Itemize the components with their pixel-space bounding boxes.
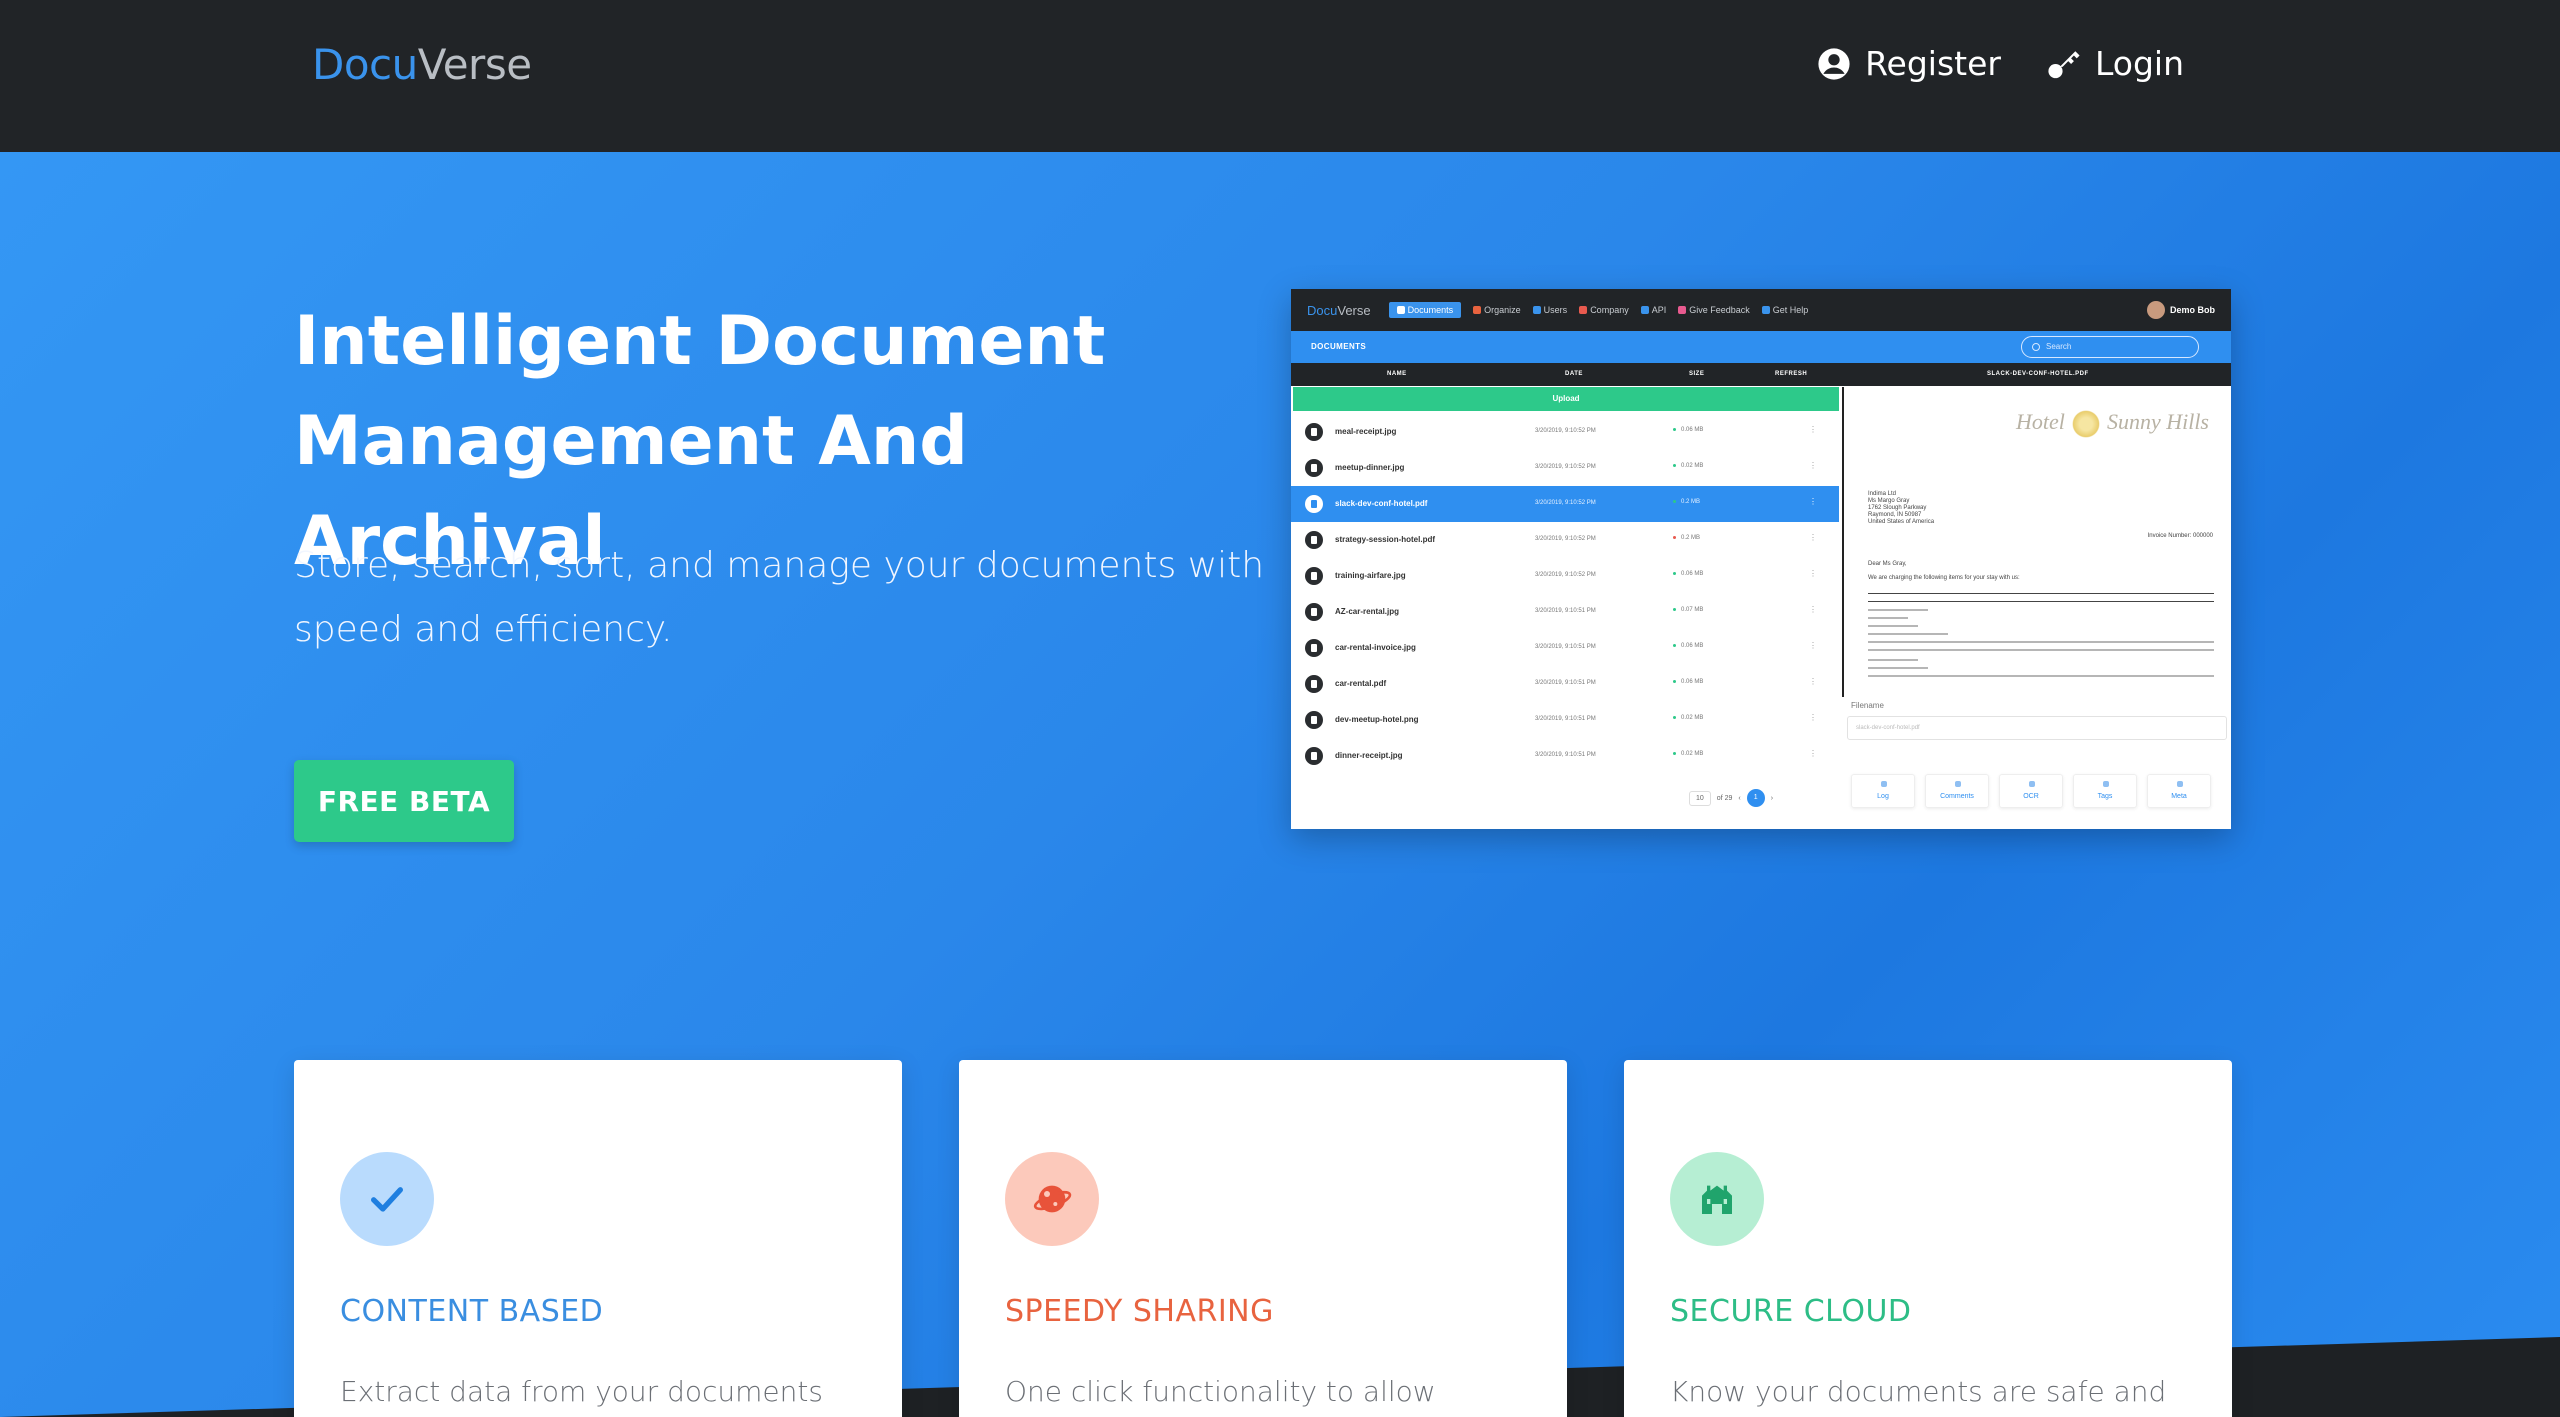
mock-menu-company: Company bbox=[1579, 305, 1629, 315]
mock-user: Demo Bob bbox=[2147, 301, 2215, 319]
mock-hotel-logo: Hotel Sunny Hills bbox=[2016, 409, 2209, 439]
mock-meta-form: Filename slack-dev-conf-hotel.pdf bbox=[1847, 701, 2227, 740]
list-item: dev-meetup-hotel.png 3/20/2019, 9:10:51 P… bbox=[1291, 702, 1839, 738]
register-link[interactable]: Register bbox=[1817, 44, 2001, 83]
feature-text: Extract data from your documents using bbox=[340, 1375, 823, 1408]
mock-table-header: NAME DATE SIZE REFRESH SLACK-DEV-CONF-HO… bbox=[1291, 363, 2231, 386]
register-label: Register bbox=[1865, 44, 2001, 83]
feature-title: SPEEDY SHARING bbox=[1005, 1294, 1274, 1329]
list-item: training-airfare.jpg 3/20/2019, 9:10:52 P… bbox=[1291, 558, 1839, 594]
mock-col-filename: SLACK-DEV-CONF-HOTEL.PDF bbox=[1987, 371, 2089, 377]
mock-tabs: Log Comments OCR Tags Meta bbox=[1851, 774, 2211, 808]
brand-part2: Verse bbox=[417, 40, 532, 89]
brand-logo[interactable]: DocuVerse bbox=[312, 40, 532, 89]
mock-col-size: SIZE bbox=[1689, 371, 1705, 377]
key-icon bbox=[2048, 50, 2080, 78]
brand-part1: Docu bbox=[312, 40, 418, 89]
list-item: dinner-receipt.jpg 3/20/2019, 9:10:51 PM 0… bbox=[1291, 738, 1839, 774]
mock-col-name: NAME bbox=[1387, 371, 1407, 377]
login-label: Login bbox=[2094, 44, 2184, 83]
mock-menu-help: Get Help bbox=[1761, 305, 1808, 315]
list-item: meal-receipt.jpg 3/20/2019, 9:10:52 PM 0.0… bbox=[1291, 414, 1839, 450]
mock-pagination: 10 of 29 ‹ 1 › bbox=[1689, 789, 1773, 807]
mock-col-refresh: REFRESH bbox=[1775, 371, 1808, 377]
feature-text: One click functionality to allow others … bbox=[1005, 1375, 1436, 1408]
mock-menu-api: API bbox=[1640, 305, 1666, 315]
feature-card-content: CONTENT BASED Extract data from your doc… bbox=[294, 1060, 902, 1417]
mock-menu-documents: Documents bbox=[1388, 302, 1462, 318]
user-circle-icon bbox=[1818, 47, 1850, 80]
list-item: meetup-dinner.jpg 3/20/2019, 9:10:52 PM 0.… bbox=[1291, 450, 1839, 486]
mock-menu-users: Users bbox=[1532, 305, 1567, 315]
feature-title: CONTENT BASED bbox=[340, 1294, 604, 1329]
mock-navbar: DocuVerse Documents Organize Users Compa… bbox=[1291, 289, 2231, 331]
hero-subtitle: Store, search, sort, and manage your doc… bbox=[294, 545, 1265, 650]
mock-toolbar: DOCUMENTS Search bbox=[1291, 331, 2231, 363]
app-screenshot: DocuVerse Documents Organize Users Compa… bbox=[1291, 289, 2231, 829]
list-item: slack-dev-conf-hotel.pdf 3/20/2019, 9:10:… bbox=[1291, 486, 1839, 522]
top-navbar: DocuVerse Register Login bbox=[0, 0, 2560, 152]
list-item: car-rental.pdf 3/20/2019, 9:10:51 PM 0.06 … bbox=[1291, 666, 1839, 702]
building-icon bbox=[1670, 1152, 1764, 1246]
mock-document-preview: Hotel Sunny Hills Indima Ltd Ms Margo Gra… bbox=[1842, 387, 2231, 697]
login-link[interactable]: Login bbox=[2047, 44, 2184, 83]
planet-icon bbox=[1005, 1152, 1099, 1246]
list-item: strategy-session-hotel.pdf 3/20/2019, 9:1… bbox=[1291, 522, 1839, 558]
nav-links: Register Login bbox=[1817, 44, 2184, 83]
list-item: car-rental-invoice.jpg 3/20/2019, 9:10:51… bbox=[1291, 630, 1839, 666]
list-item: AZ-car-rental.jpg 3/20/2019, 9:10:51 PM 0.… bbox=[1291, 594, 1839, 630]
check-icon bbox=[340, 1152, 434, 1246]
feature-title: SECURE CLOUD bbox=[1670, 1294, 1912, 1329]
free-beta-button[interactable]: FREE BETA bbox=[294, 760, 514, 842]
mock-search: Search bbox=[2021, 336, 2199, 358]
feature-text: Know your documents are safe and bbox=[1670, 1375, 2167, 1408]
mock-menu-organize: Organize bbox=[1473, 305, 1521, 315]
feature-card-sharing: SPEEDY SHARING One click functionality t… bbox=[959, 1060, 1567, 1417]
avatar bbox=[2147, 301, 2165, 319]
mock-document-list: meal-receipt.jpg 3/20/2019, 9:10:52 PM 0.0… bbox=[1291, 414, 1839, 774]
mock-menu-feedback: Give Feedback bbox=[1678, 305, 1750, 315]
feature-card-secure: SECURE CLOUD Know your documents are saf… bbox=[1624, 1060, 2232, 1417]
mock-bar-title: DOCUMENTS bbox=[1311, 342, 1367, 351]
mock-col-date: DATE bbox=[1565, 371, 1583, 377]
mock-brand: DocuVerse bbox=[1307, 302, 1371, 318]
mock-upload-button: Upload bbox=[1293, 387, 1839, 411]
